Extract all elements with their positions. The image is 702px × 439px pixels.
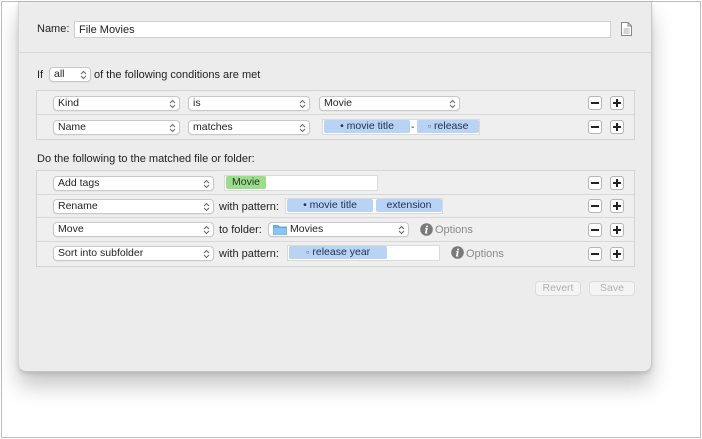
minus-icon — [591, 229, 599, 231]
action-2-add-button[interactable] — [610, 199, 624, 213]
chevron-updown-icon — [169, 99, 176, 109]
chevron-updown-icon — [203, 225, 210, 235]
token-release-year[interactable]: ○ release year — [289, 246, 387, 259]
actions-row-separator-3 — [37, 241, 634, 242]
condition-2-attribute-select[interactable]: Name — [53, 120, 180, 135]
condition-2-remove-button[interactable] — [588, 120, 602, 134]
actions-heading: Do the following to the matched file or … — [37, 153, 255, 165]
action-4-remove-button[interactable] — [588, 247, 602, 261]
name-label: Name: — [37, 23, 70, 35]
condition-1-remove-button[interactable] — [588, 96, 602, 110]
info-icon[interactable]: i — [420, 223, 433, 236]
conditions-row-separator — [37, 114, 634, 115]
rename-with-pattern-label: with pattern: — [219, 201, 279, 213]
sort-with-pattern-label: with pattern: — [219, 248, 279, 260]
condition-2-operator-select[interactable]: matches — [188, 120, 310, 135]
action-3-value: Move — [58, 223, 84, 235]
action-4-value: Sort into subfolder — [58, 247, 144, 259]
condition-1-add-button[interactable] — [610, 96, 624, 110]
plus-icon — [613, 99, 621, 107]
condition-1-attribute-value: Kind — [58, 97, 80, 109]
condition-1-value: Movie — [324, 97, 353, 109]
action-2-value: Rename — [58, 200, 98, 212]
plus-icon — [613, 179, 621, 187]
action-1-add-button[interactable] — [610, 176, 624, 190]
info-icon[interactable]: i — [451, 246, 464, 259]
token-extension[interactable]: extension — [376, 199, 442, 212]
sort-options-link[interactable]: Options — [466, 248, 504, 260]
chevron-updown-icon — [299, 99, 306, 109]
minus-icon — [591, 205, 599, 207]
action-2-remove-button[interactable] — [588, 199, 602, 213]
tag-movie[interactable]: Movie — [226, 176, 266, 189]
minus-icon — [591, 182, 599, 184]
chevron-updown-icon — [398, 225, 405, 235]
condition-1-operator-select[interactable]: is — [188, 96, 310, 111]
token-movie-title[interactable]: • movie title — [287, 199, 373, 212]
action-3-add-button[interactable] — [610, 223, 624, 237]
action-1-value: Add tags — [58, 177, 100, 189]
plus-icon — [613, 123, 621, 131]
action-3-select[interactable]: Move — [53, 222, 214, 237]
actions-row-separator-2 — [37, 217, 634, 218]
folder-select-value: Movies — [290, 223, 324, 235]
revert-button[interactable]: Revert — [535, 281, 581, 296]
token-release-label: release — [434, 120, 469, 132]
folder-select[interactable]: Movies — [268, 222, 409, 237]
folder-icon — [273, 225, 287, 235]
chevron-updown-icon — [299, 123, 306, 133]
chevron-updown-icon — [203, 179, 210, 189]
condition-1-value-select[interactable]: Movie — [319, 96, 460, 111]
token-dot-icon: ○ — [427, 124, 432, 130]
plus-icon — [613, 202, 621, 210]
chevron-updown-icon — [203, 202, 210, 212]
chevron-updown-icon — [80, 70, 87, 80]
chevron-updown-icon — [449, 99, 456, 109]
rule-editor-window: Name: File Movies If all of the followin… — [18, 2, 652, 372]
plus-icon — [613, 226, 621, 234]
action-4-select[interactable]: Sort into subfolder — [53, 246, 214, 261]
pattern-separator: - — [411, 121, 415, 133]
svg-text:i: i — [456, 248, 460, 259]
action-3-remove-button[interactable] — [588, 223, 602, 237]
action-2-select[interactable]: Rename — [53, 199, 214, 214]
token-release[interactable]: ○ release — [417, 120, 479, 133]
token-release-year-label: release year — [312, 246, 371, 258]
minus-icon — [591, 126, 599, 128]
move-options-link[interactable]: Options — [435, 224, 473, 236]
chevron-updown-icon — [203, 249, 210, 259]
token-dot-icon: ○ — [305, 250, 310, 256]
action-1-remove-button[interactable] — [588, 176, 602, 190]
action-4-add-button[interactable] — [610, 247, 624, 261]
plus-icon — [613, 250, 621, 258]
actions-row-separator-1 — [37, 194, 634, 195]
header-separator — [19, 52, 651, 53]
token-movie-title[interactable]: • movie title — [324, 120, 410, 133]
condition-2-attribute-value: Name — [58, 121, 87, 133]
conditions-suffix: of the following conditions are met — [94, 69, 261, 81]
condition-2-add-button[interactable] — [610, 120, 624, 134]
match-all-select-value: all — [54, 68, 65, 80]
condition-1-operator-value: is — [193, 97, 201, 109]
document-icon[interactable] — [621, 22, 632, 36]
match-all-select[interactable]: all — [49, 67, 91, 82]
svg-text:i: i — [425, 225, 429, 236]
condition-2-operator-value: matches — [193, 121, 233, 133]
action-1-select[interactable]: Add tags — [53, 176, 214, 191]
minus-icon — [591, 102, 599, 104]
save-button[interactable]: Save — [589, 281, 635, 296]
move-to-folder-label: to folder: — [219, 224, 262, 236]
screenshot-frame: Name: File Movies If all of the followin… — [1, 1, 701, 438]
chevron-updown-icon — [169, 123, 176, 133]
if-label: If — [37, 69, 44, 81]
minus-icon — [591, 253, 599, 255]
condition-1-attribute-select[interactable]: Kind — [53, 96, 180, 111]
rule-name-field[interactable]: File Movies — [74, 21, 611, 38]
